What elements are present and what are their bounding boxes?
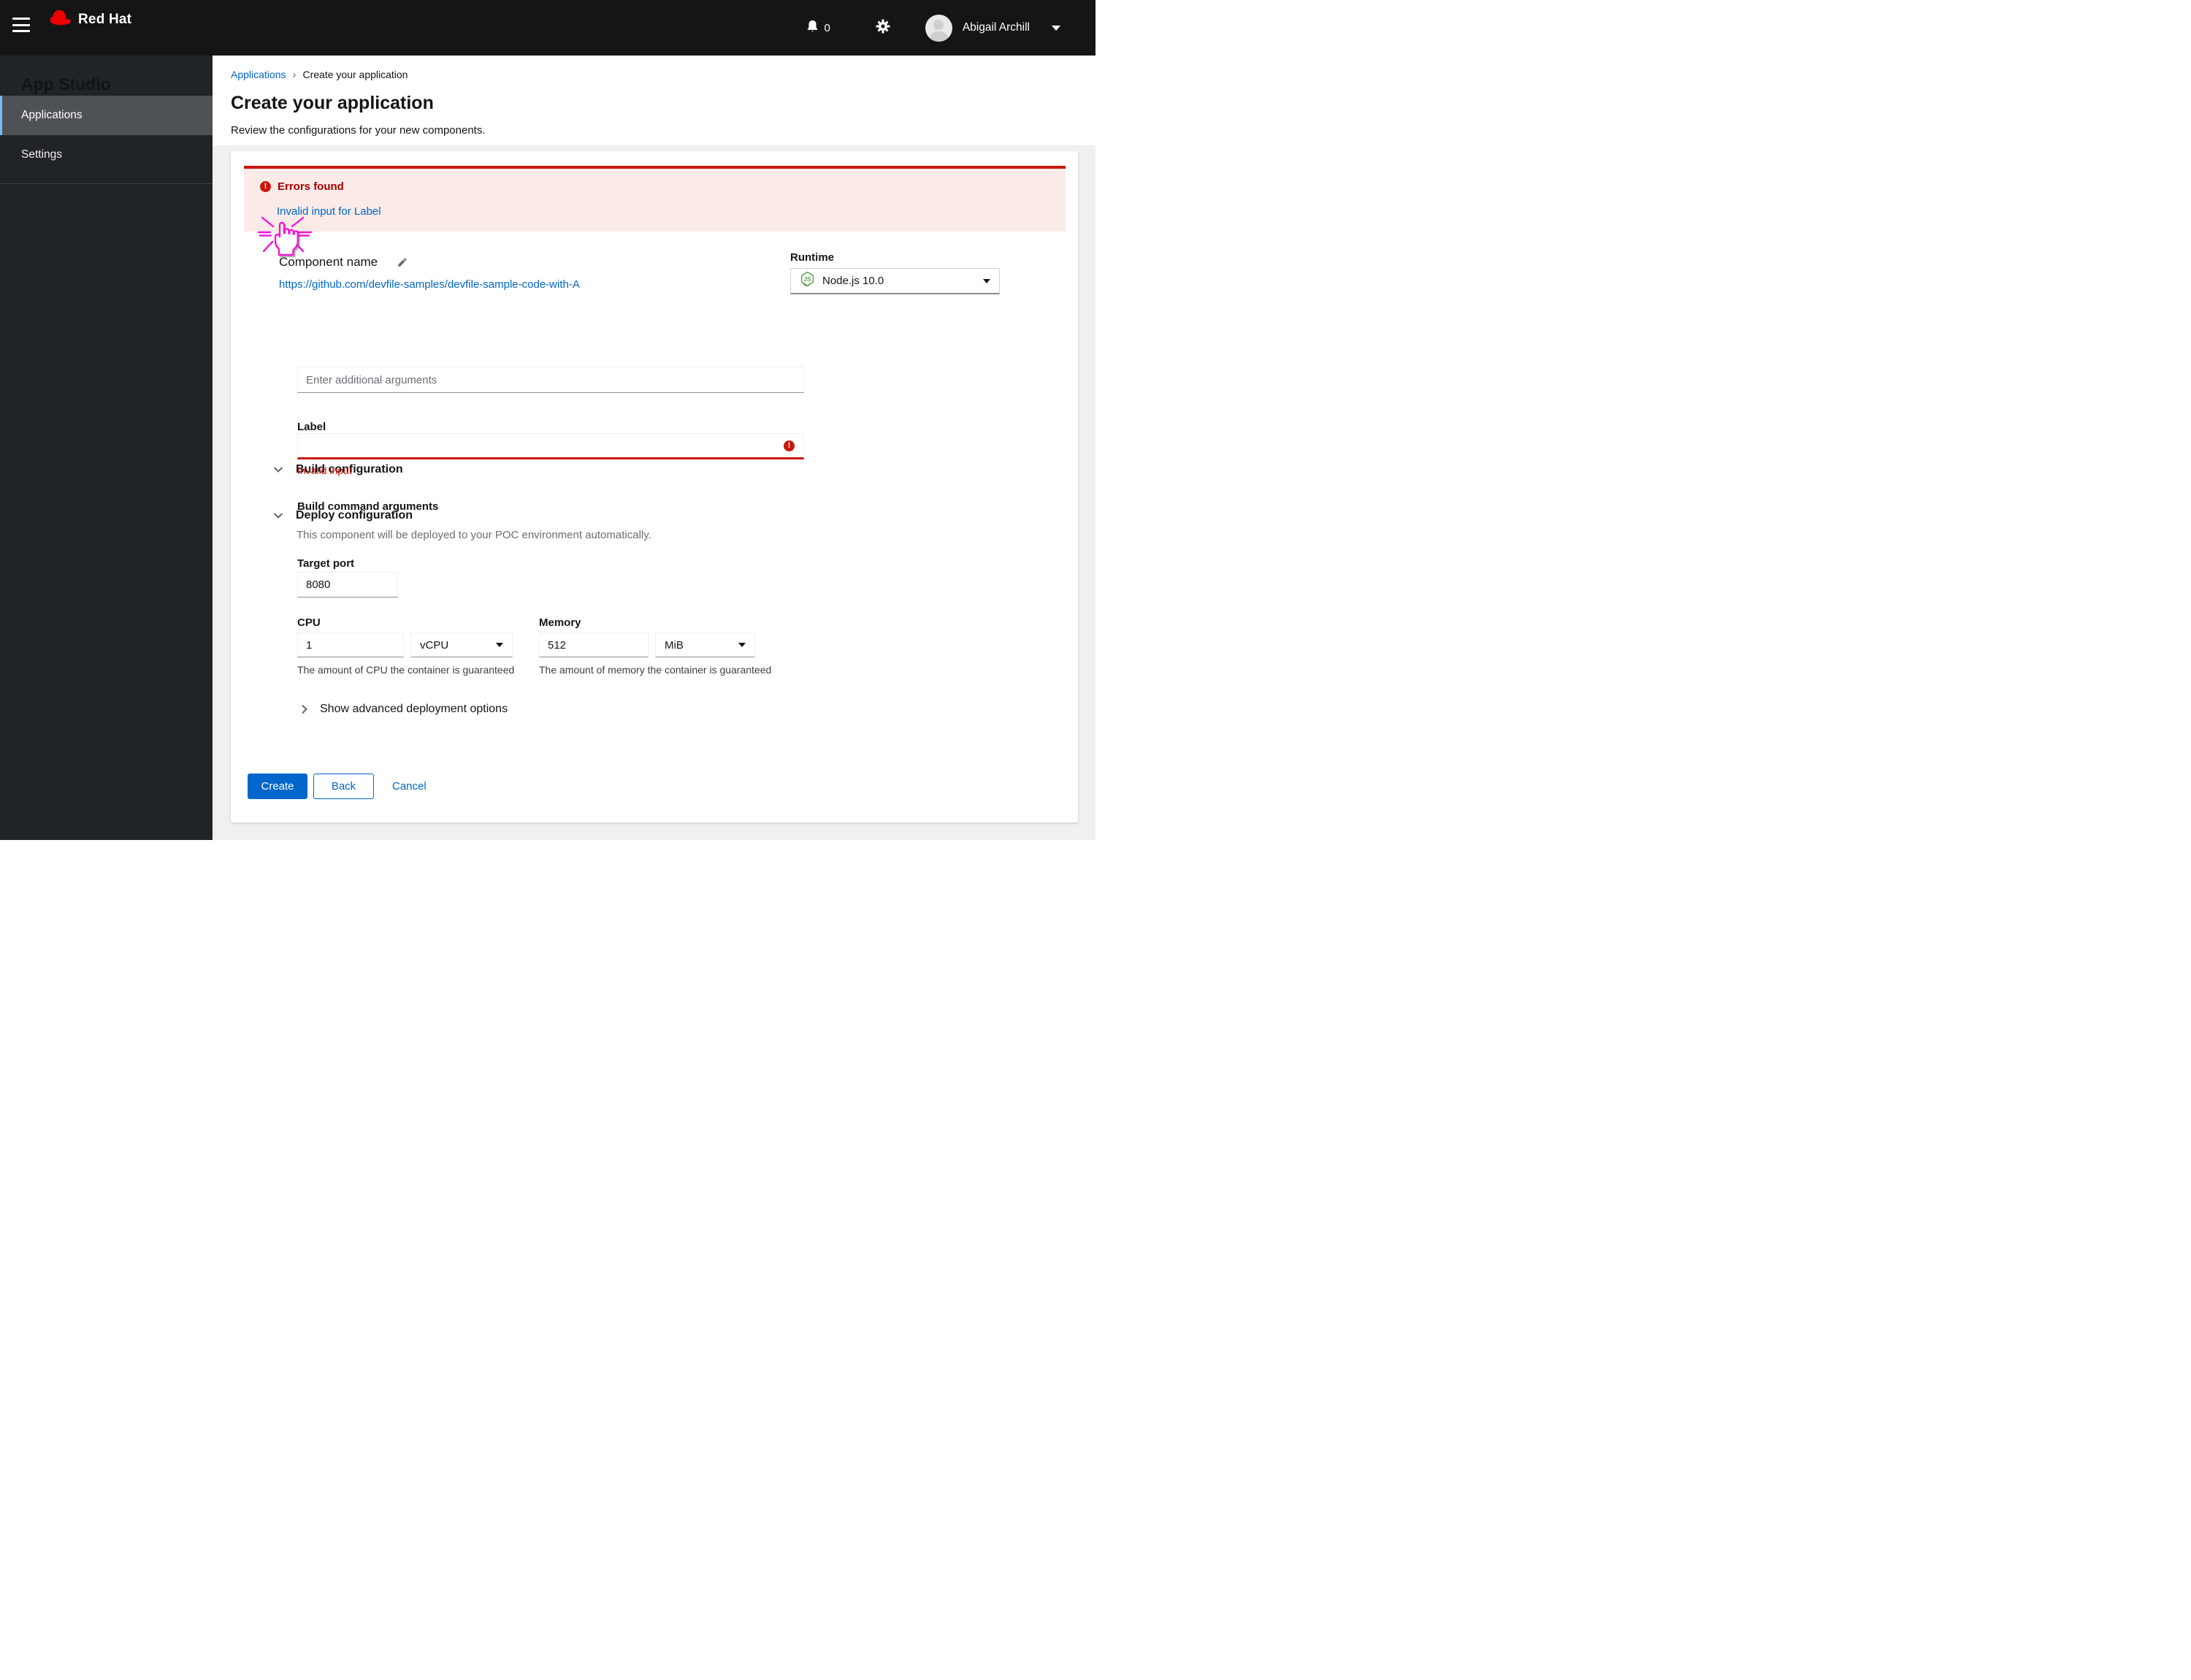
edit-pencil-icon[interactable]	[397, 257, 408, 267]
notification-count: 0	[824, 21, 830, 34]
sidebar-item-settings[interactable]: Settings	[0, 135, 213, 175]
sidebar-item-applications[interactable]: Applications	[0, 96, 213, 135]
notifications-button[interactable]: 0	[806, 20, 830, 37]
component-name-label: Component name	[279, 255, 378, 269]
exclamation-circle-icon: !	[260, 181, 271, 192]
build-args-input[interactable]	[297, 367, 804, 393]
chevron-right-icon	[302, 705, 307, 714]
memory-help-text: The amount of memory the container is gu…	[539, 664, 772, 676]
gear-icon	[876, 18, 890, 37]
avatar	[925, 14, 952, 42]
nav-toggle-hamburger-icon[interactable]	[12, 18, 30, 38]
chevron-down-icon	[738, 643, 746, 647]
page-subtitle: Review the configurations for your new c…	[231, 124, 486, 137]
user-name: Abigail Archill	[962, 21, 1030, 34]
redhat-hat-icon	[46, 7, 72, 31]
breadcrumb-separator-icon: ›	[292, 69, 297, 81]
svg-text:JS: JS	[803, 275, 811, 283]
label-input[interactable]	[297, 433, 804, 459]
runtime-label: Runtime	[790, 251, 834, 264]
sidebar-title: App Studio	[21, 75, 111, 93]
deploy-configuration-toggle[interactable]: Deploy configuration	[274, 509, 413, 522]
page-title: Create your application	[231, 93, 434, 113]
main-content: Applications › Create your application C…	[213, 56, 1096, 840]
chevron-down-icon	[274, 467, 283, 473]
alert-title: Errors found	[278, 180, 344, 193]
cpu-unit-value: vCPU	[420, 638, 449, 652]
form-card: ! Errors found Invalid input for Label C…	[231, 151, 1078, 822]
advanced-options-label: Show advanced deployment options	[320, 703, 508, 715]
error-alert: ! Errors found Invalid input for Label	[244, 166, 1066, 232]
bell-icon	[806, 20, 819, 37]
memory-input[interactable]	[539, 633, 649, 657]
breadcrumb-applications-link[interactable]: Applications	[231, 69, 286, 80]
memory-unit-select[interactable]: MiB	[655, 633, 755, 657]
chevron-down-icon	[983, 278, 990, 283]
memory-unit-value: MiB	[665, 638, 684, 652]
settings-button[interactable]	[876, 18, 890, 37]
runtime-value: Node.js 10.0	[822, 275, 884, 287]
nodejs-icon: JS	[800, 271, 815, 291]
target-port-label: Target port	[297, 557, 355, 570]
cancel-link[interactable]: Cancel	[392, 780, 427, 793]
cpu-help-text: The amount of CPU the container is guara…	[297, 664, 515, 676]
create-button[interactable]: Create	[248, 774, 307, 799]
alert-error-link[interactable]: Invalid input for Label	[277, 205, 381, 218]
chevron-down-icon	[274, 513, 283, 519]
cpu-unit-select[interactable]: vCPU	[410, 633, 513, 657]
brand-text: Red Hat	[78, 11, 132, 27]
memory-label: Memory	[539, 616, 581, 629]
breadcrumb: Applications › Create your application	[231, 69, 408, 80]
chevron-down-icon	[1052, 25, 1060, 31]
exclamation-circle-icon: !	[784, 440, 795, 451]
sidebar-divider	[0, 183, 213, 184]
repo-url-link[interactable]: https://github.com/devfile-samples/devfi…	[279, 278, 580, 291]
advanced-options-toggle[interactable]: Show advanced deployment options	[302, 703, 508, 716]
sidebar: App Studio Applications Settings	[0, 56, 213, 840]
user-menu[interactable]: Abigail Archill	[925, 14, 1060, 42]
deploy-configuration-title: Deploy configuration	[296, 509, 413, 522]
cpu-label: CPU	[297, 616, 321, 629]
target-port-input[interactable]	[297, 572, 398, 597]
redhat-brand[interactable]: Red Hat	[46, 7, 131, 31]
breadcrumb-current: Create your application	[302, 69, 408, 80]
masthead: Red Hat 0 Abigail Archill	[0, 0, 1096, 56]
back-button[interactable]: Back	[313, 774, 374, 799]
label-error-text: Invalid input	[297, 465, 352, 476]
chevron-down-icon	[496, 643, 503, 647]
cpu-input[interactable]	[297, 633, 404, 657]
label-field-label: Label	[297, 421, 326, 433]
deploy-description: This component will be deployed to your …	[297, 529, 651, 541]
runtime-select[interactable]: JS Node.js 10.0	[790, 268, 1000, 294]
